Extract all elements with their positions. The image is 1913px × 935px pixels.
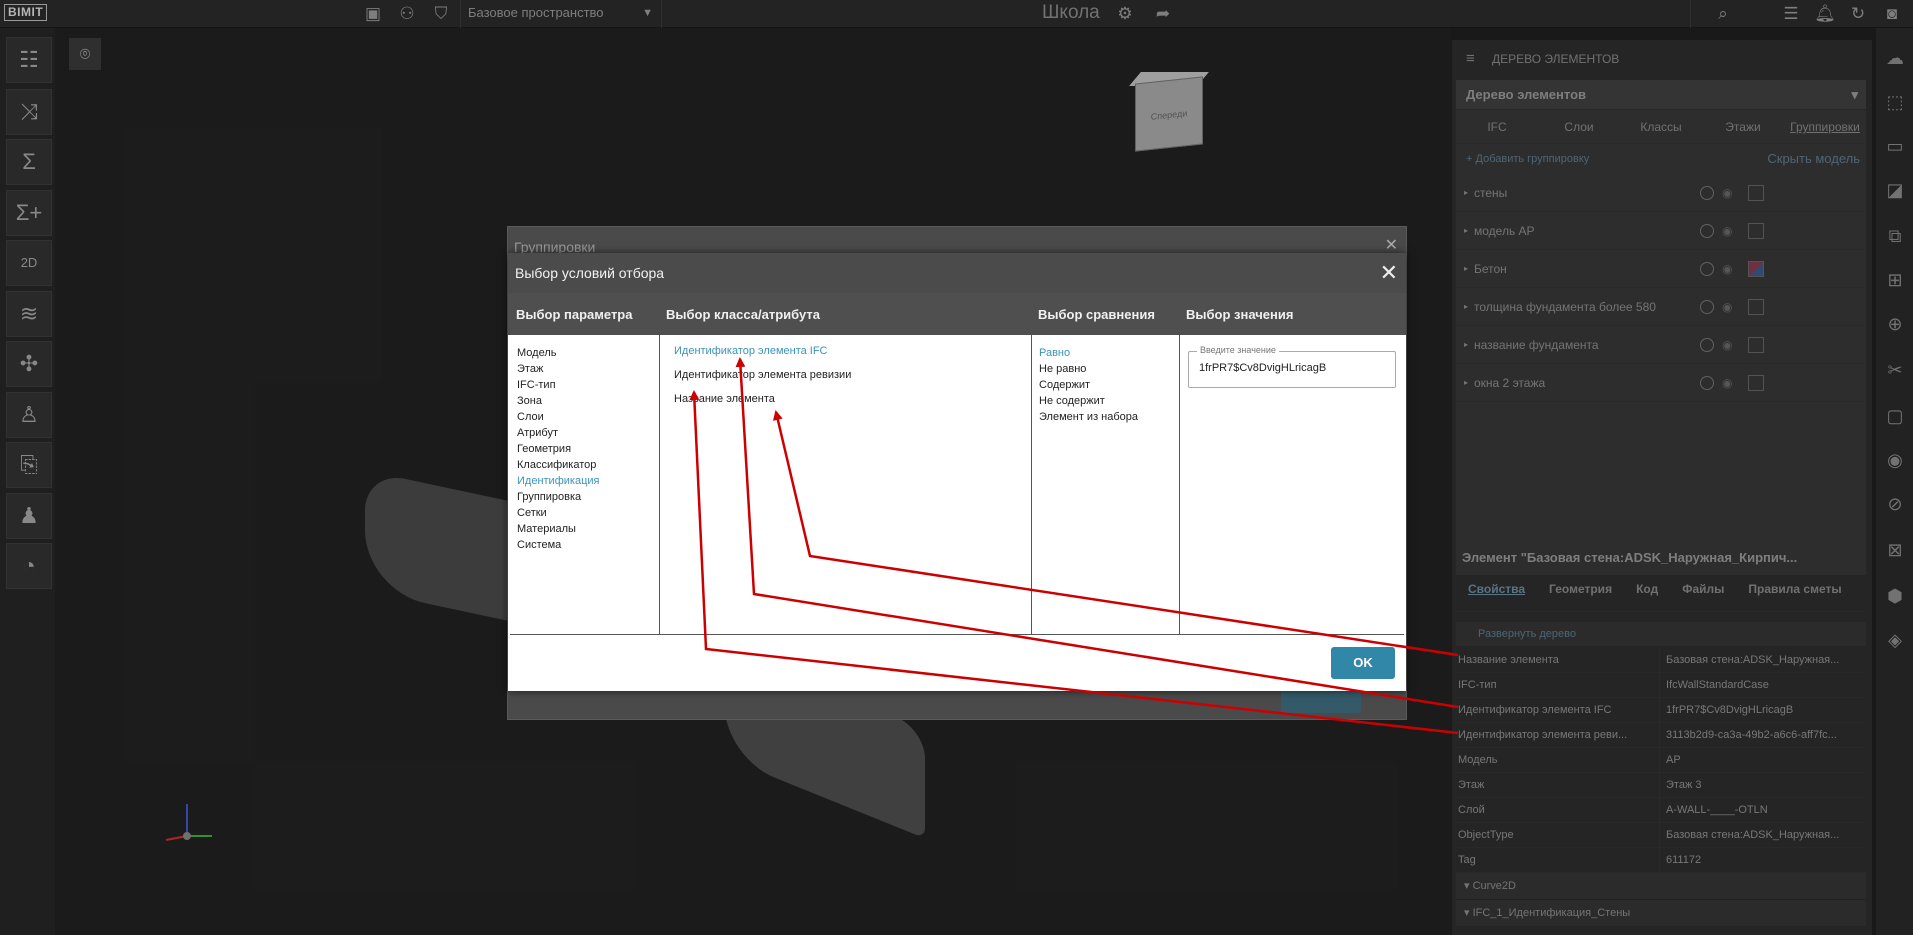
list-item[interactable]: Система xyxy=(510,537,659,553)
list-item[interactable]: Геометрия xyxy=(510,441,659,457)
list-item[interactable]: Модель xyxy=(510,345,659,361)
list-item[interactable]: IFC-тип xyxy=(510,377,659,393)
list-item-selected[interactable]: Идентификация xyxy=(510,473,659,489)
dialog-header: Выбор условий отбора ✕ xyxy=(508,253,1406,293)
list-item[interactable]: Идентификатор элемента ревизии xyxy=(660,363,1031,387)
close-icon[interactable]: ✕ xyxy=(1385,235,1398,255)
list-item[interactable]: Содержит xyxy=(1032,377,1179,393)
attribute-list: Идентификатор элемента IFC Идентификатор… xyxy=(660,335,1032,635)
value-input-text[interactable]: 1frPR7$Cv8DvigHLricagB xyxy=(1199,362,1326,374)
list-item[interactable]: Элемент из набора xyxy=(1032,409,1179,425)
col-header-parameter: Выбор параметра xyxy=(516,307,633,322)
list-item[interactable]: Классификатор xyxy=(510,457,659,473)
value-input-label: Введите значение xyxy=(1197,345,1279,355)
list-item[interactable]: Не содержит xyxy=(1032,393,1179,409)
dialog-column-headers: Выбор параметра Выбор класса/атрибута Вы… xyxy=(508,293,1406,335)
col-header-comparison: Выбор сравнения xyxy=(1038,307,1155,322)
list-item[interactable]: Не равно xyxy=(1032,361,1179,377)
filter-conditions-dialog: Выбор условий отбора ✕ Выбор параметра В… xyxy=(508,253,1406,691)
ok-button[interactable]: OK xyxy=(1331,647,1395,679)
list-item[interactable]: Название элемента xyxy=(660,387,1031,411)
list-item[interactable]: Слои xyxy=(510,409,659,425)
dialog-body: Модель Этаж IFC-тип Зона Слои Атрибут Ге… xyxy=(510,335,1404,635)
value-input[interactable]: Введите значение 1frPR7$Cv8DvigHLricagB xyxy=(1188,345,1396,388)
col-header-attribute: Выбор класса/атрибута xyxy=(666,307,821,322)
list-item[interactable]: Группировка xyxy=(510,489,659,505)
list-item-selected[interactable]: Идентификатор элемента IFC xyxy=(660,339,1031,363)
close-icon[interactable]: ✕ xyxy=(1380,253,1398,293)
col-header-value: Выбор значения xyxy=(1186,307,1294,322)
parameter-list: Модель Этаж IFC-тип Зона Слои Атрибут Ге… xyxy=(510,335,660,635)
list-item[interactable]: Материалы xyxy=(510,521,659,537)
list-item[interactable]: Зона xyxy=(510,393,659,409)
value-column: Введите значение 1frPR7$Cv8DvigHLricagB xyxy=(1180,335,1404,635)
list-item[interactable]: Сетки xyxy=(510,505,659,521)
list-item-selected[interactable]: Равно xyxy=(1032,345,1179,361)
list-item[interactable]: Этаж xyxy=(510,361,659,377)
dialog-title: Выбор условий отбора xyxy=(515,265,665,281)
comparison-list: Равно Не равно Содержит Не содержит Элем… xyxy=(1032,335,1180,635)
list-item[interactable]: Атрибут xyxy=(510,425,659,441)
